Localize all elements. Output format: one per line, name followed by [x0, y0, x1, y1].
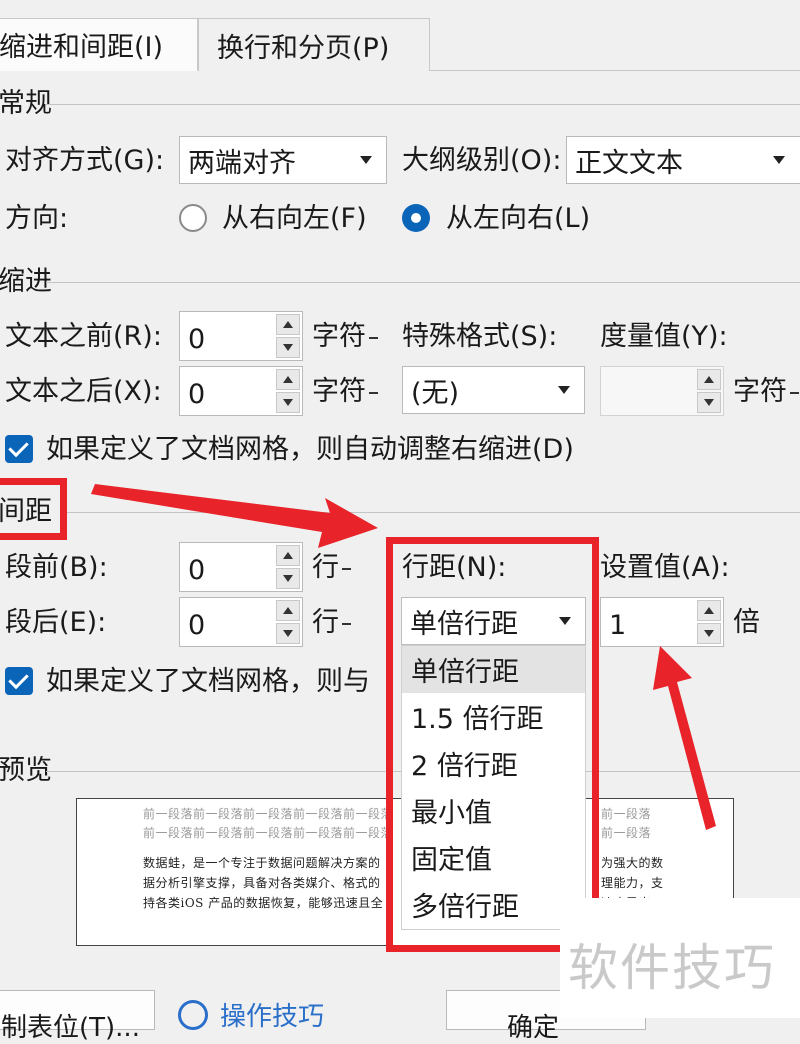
spacing-after-value: 0 [188, 610, 206, 641]
set-value-unit: 倍 [733, 607, 760, 638]
measure-label: 度量值(Y): [600, 321, 728, 352]
spin-up-button[interactable] [276, 600, 300, 621]
chevron-down-icon [558, 386, 570, 394]
tab-line-page-breaks-label: 换行和分页(P) [217, 32, 390, 64]
general-heading: 常规 [0, 88, 52, 119]
spacing-after-unit[interactable]: 行 [312, 609, 351, 636]
spacing-divider [64, 512, 800, 513]
spin-up-button[interactable] [276, 545, 300, 566]
tab-line-page-breaks[interactable]: 换行和分页(P) [198, 18, 430, 71]
preview-line: 前一段落 [601, 826, 652, 840]
preview-line: 据分析引擎支撑，具备对各类媒介、格式的 [143, 876, 381, 890]
auto-adjust-label: 如果定义了文档网格，则自动调整右缩进(D) [46, 434, 574, 465]
grid-align-checkbox[interactable] [5, 667, 33, 695]
direction-label: 方向: [5, 203, 69, 234]
alignment-label: 对齐方式(G): [5, 145, 165, 176]
preview-line: 数据蛙，是一个专注于数据问题解决方案的 [143, 856, 381, 870]
spin-down-button[interactable] [276, 568, 300, 589]
spacing-heading-highlight [0, 478, 67, 540]
general-divider [46, 104, 800, 105]
rtl-label: 从右向左(F) [222, 203, 367, 234]
spin-up-button[interactable] [697, 600, 721, 621]
spacing-after-unit-text: 行 [312, 607, 339, 638]
spin-down-button[interactable] [697, 623, 721, 644]
auto-adjust-checkbox[interactable] [5, 435, 33, 463]
outline-dropdown[interactable]: 正文文本 [566, 136, 800, 184]
rtl-radio[interactable] [179, 204, 207, 232]
spin-down-button[interactable] [276, 392, 300, 413]
spin-up-button[interactable] [276, 314, 300, 335]
dropdown-caret-icon [342, 567, 351, 570]
tabs-button-label: 制表位(T)... [1, 1013, 140, 1043]
spacing-before-label: 段前(B): [5, 552, 108, 583]
chevron-down-icon [773, 156, 785, 164]
tab-indent-spacing-label: 缩进和间距(I) [0, 32, 164, 63]
preview-line: 前一段落前一段落前一段落前一段落前一段落 [143, 807, 394, 821]
ok-button-label: 确定 [507, 1013, 560, 1043]
help-circle-icon[interactable] [178, 1000, 208, 1030]
preview-line: 前一段落前一段落前一段落前一段落前一段落 [143, 826, 394, 840]
arrow-to-line-spacing [91, 484, 378, 548]
indent-after-value: 0 [188, 379, 206, 410]
alignment-dropdown[interactable]: 两端对齐 [179, 136, 387, 184]
indent-before-unit[interactable]: 字符 [312, 323, 378, 350]
special-format-dropdown[interactable]: (无) [402, 366, 585, 414]
dropdown-caret-icon [342, 622, 351, 625]
spacing-after-label: 段后(E): [5, 607, 107, 638]
watermark-text: 软件技巧 [568, 939, 776, 997]
spacing-before-unit-text: 行 [312, 552, 339, 583]
preview-line: 为强大的数 [601, 856, 664, 870]
grid-align-label: 如果定义了文档网格，则与 [46, 666, 370, 697]
spacing-before-unit[interactable]: 行 [312, 554, 351, 581]
preview-line: 理能力，支 [601, 876, 664, 890]
ltr-label: 从左向右(L) [446, 203, 591, 234]
chevron-down-icon [360, 156, 372, 164]
indent-heading: 缩进 [0, 266, 52, 297]
tips-link[interactable]: 操作技巧 [220, 1004, 324, 1030]
outline-label: 大纲级别(O): [402, 145, 562, 176]
indent-before-label: 文本之前(R): [5, 321, 162, 352]
outline-value: 正文文本 [575, 147, 683, 179]
ltr-radio[interactable] [402, 204, 430, 232]
preview-line: 持各类iOS 产品的数据恢复，能够迅速且全 [143, 896, 384, 910]
line-spacing-highlight [386, 537, 599, 952]
set-value-stepper[interactable]: 1 [600, 597, 724, 647]
preview-line: 前一段落 [601, 807, 652, 821]
measure-unit[interactable]: 字符 [733, 378, 799, 405]
indent-after-label: 文本之后(X): [5, 376, 162, 407]
tab-indent-spacing[interactable]: 缩进和间距(I) [0, 18, 198, 71]
measure-stepper[interactable] [600, 366, 724, 416]
tabs-button[interactable]: 制表位(T)... [0, 990, 155, 1043]
spin-down-button[interactable] [276, 337, 300, 358]
spacing-before-value: 0 [188, 555, 206, 586]
special-format-value: (无) [411, 377, 460, 409]
set-value-label: 设置值(A): [600, 552, 730, 583]
indent-before-stepper[interactable]: 0 [179, 311, 303, 361]
preview-heading: 预览 [0, 755, 52, 786]
indent-after-unit[interactable]: 字符 [312, 378, 378, 405]
dropdown-caret-icon [790, 391, 799, 394]
spin-up-button[interactable] [697, 369, 721, 390]
measure-unit-text: 字符 [733, 376, 787, 407]
spin-down-button[interactable] [276, 623, 300, 644]
special-format-label: 特殊格式(S): [402, 321, 558, 352]
dropdown-caret-icon [369, 391, 378, 394]
spacing-before-stepper[interactable]: 0 [179, 542, 303, 592]
indent-divider [46, 282, 800, 283]
indent-before-value: 0 [188, 324, 206, 355]
indent-before-unit-text: 字符 [312, 321, 366, 352]
set-value: 1 [609, 610, 627, 641]
spin-up-button[interactable] [276, 369, 300, 390]
spacing-after-stepper[interactable]: 0 [179, 597, 303, 647]
indent-after-stepper[interactable]: 0 [179, 366, 303, 416]
dropdown-caret-icon [369, 336, 378, 339]
alignment-value: 两端对齐 [188, 147, 296, 179]
spin-down-button[interactable] [697, 392, 721, 413]
indent-after-unit-text: 字符 [312, 376, 366, 407]
